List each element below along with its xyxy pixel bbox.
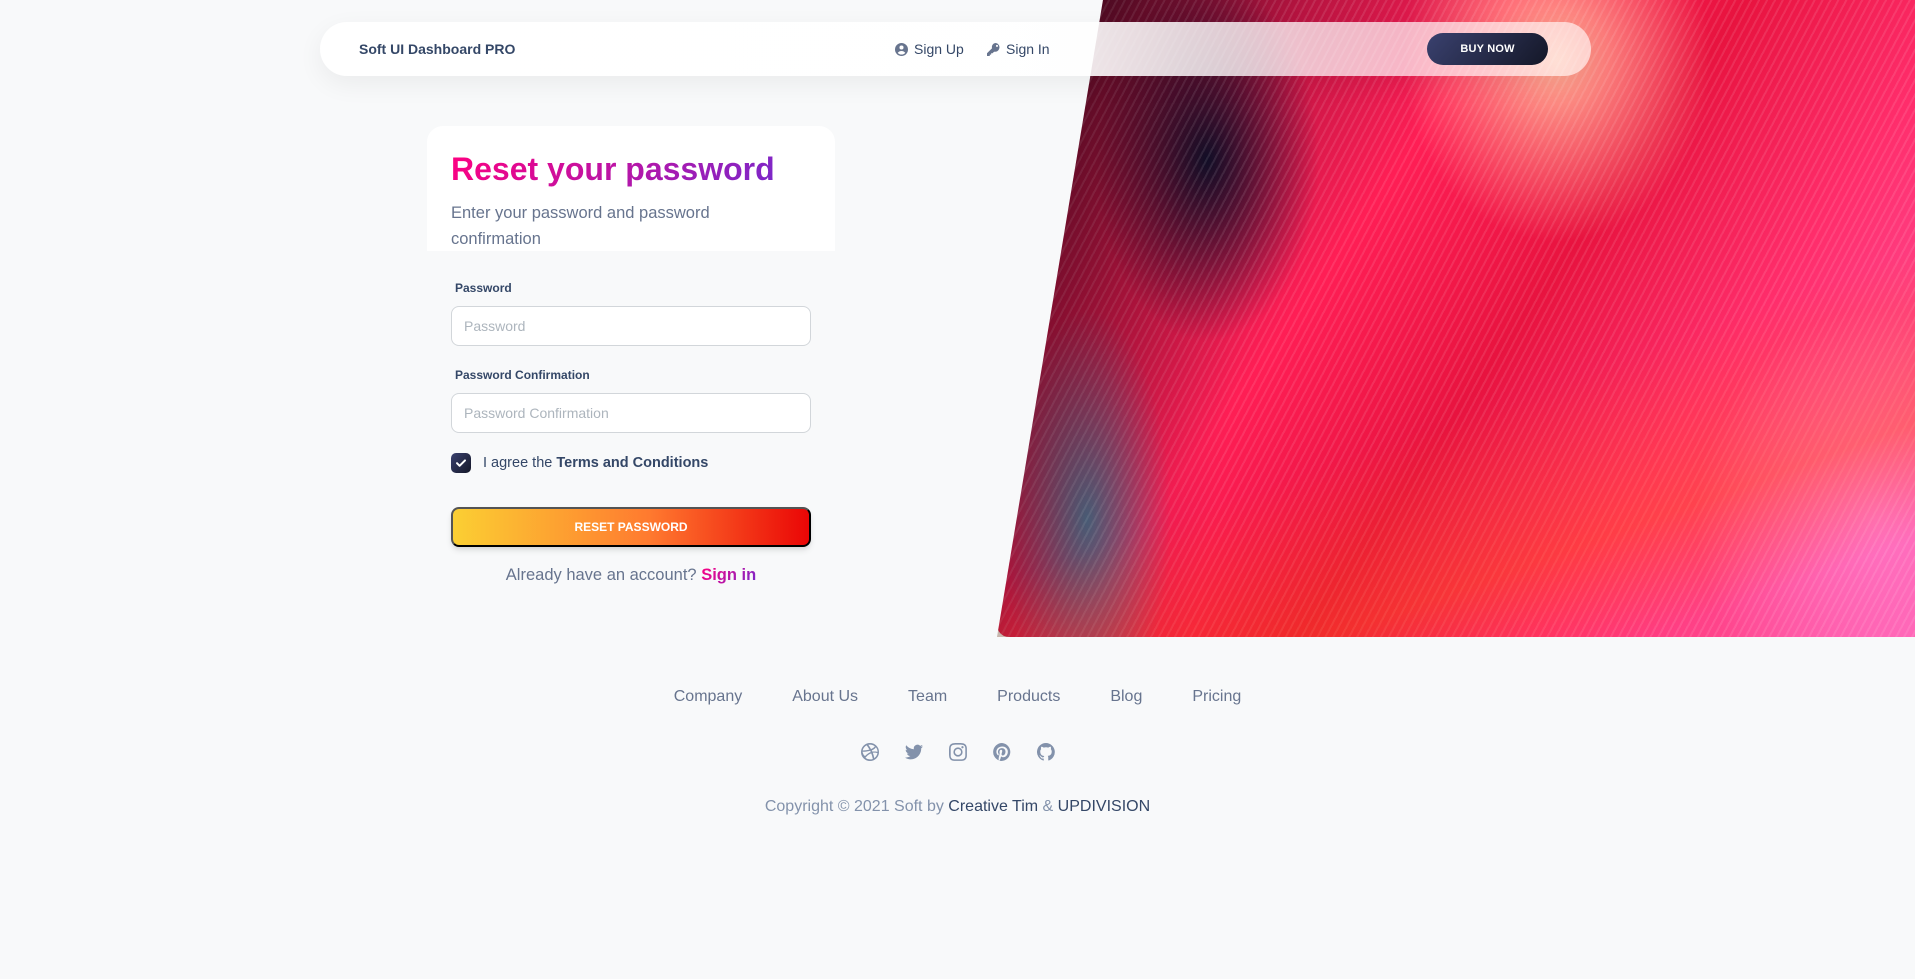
footer-link-pricing[interactable]: Pricing [1192, 688, 1241, 706]
copyright-text: Copyright © 2021 Soft by Creative Tim & … [0, 798, 1915, 816]
password-label: Password [455, 281, 512, 295]
password-confirmation-label: Password Confirmation [455, 368, 590, 382]
terms-checkbox[interactable] [451, 453, 471, 473]
copyright-prefix: Copyright © 2021 Soft by [764, 798, 944, 815]
navbar: Soft UI Dashboard PRO Sign Up Sign In BU… [320, 22, 1591, 76]
page-title: Reset your password [451, 151, 775, 187]
copyright-ampersand: & [1042, 798, 1054, 815]
footer-link-about-us[interactable]: About Us [792, 688, 858, 706]
buy-now-button[interactable]: BUY NOW [1427, 33, 1548, 65]
terms-and-conditions-link[interactable]: Terms and Conditions [556, 455, 708, 471]
page-subtitle: Enter your password and password confirm… [451, 204, 710, 248]
user-circle-icon [895, 42, 908, 56]
footer-link-products[interactable]: Products [997, 688, 1060, 706]
nav-sign-up-link[interactable]: Sign Up [895, 41, 964, 57]
footer-link-company[interactable]: Company [674, 688, 742, 706]
password-confirmation-field[interactable] [451, 393, 811, 433]
password-field[interactable] [451, 306, 811, 346]
footer-link-blog[interactable]: Blog [1110, 688, 1142, 706]
updivision-link[interactable]: UPDIVISION [1058, 798, 1150, 815]
instagram-icon[interactable] [948, 743, 967, 761]
nav-sign-in-label: Sign In [1006, 41, 1050, 57]
dribbble-icon[interactable] [860, 743, 879, 761]
key-icon [987, 42, 1000, 56]
checkmark-icon [456, 459, 466, 467]
twitter-icon[interactable] [904, 743, 923, 761]
already-account-text: Already have an account? [505, 566, 697, 584]
footer-link-team[interactable]: Team [908, 688, 947, 706]
github-icon[interactable] [1036, 743, 1055, 761]
nav-sign-up-label: Sign Up [914, 41, 964, 57]
brand-name[interactable]: Soft UI Dashboard PRO [359, 41, 515, 57]
sign-in-link[interactable]: Sign in [701, 566, 756, 584]
pinterest-icon[interactable] [992, 743, 1011, 761]
terms-prefix: I agree the [483, 455, 553, 471]
footer-links: Company About Us Team Products Blog Pric… [0, 688, 1915, 706]
terms-agreement-text: I agree the Terms and Conditions [483, 453, 708, 473]
social-icons [0, 743, 1915, 761]
hero-background-image [997, 0, 1915, 637]
creative-tim-link[interactable]: Creative Tim [948, 798, 1038, 815]
reset-password-button[interactable]: RESET PASSWORD [451, 507, 811, 547]
nav-sign-in-link[interactable]: Sign In [987, 41, 1050, 57]
sign-in-prompt: Already have an account? Sign in [451, 566, 811, 585]
